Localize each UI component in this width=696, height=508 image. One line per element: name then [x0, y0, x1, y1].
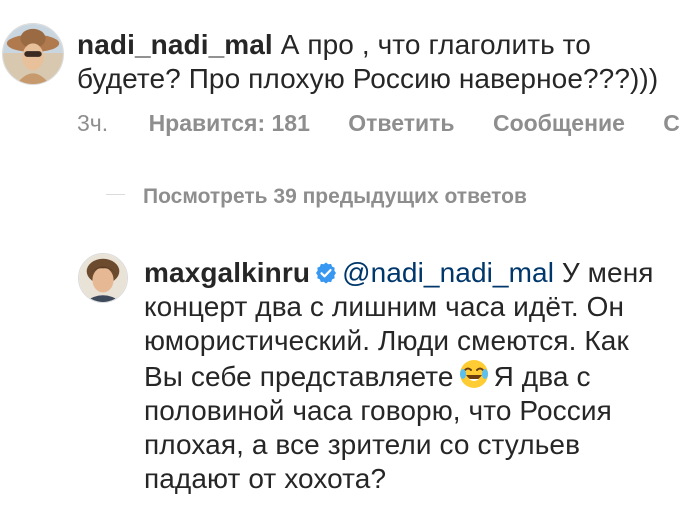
comment-text-line: плохая, а все зрители со стульев [144, 429, 581, 460]
comment-text-line: Вы себе представляете [144, 361, 454, 392]
comment-text-line: Я два с [493, 361, 591, 392]
comment-username[interactable]: maxgalkinru [144, 257, 310, 288]
comment-text-line: юмористический. Люди смеются. Как [144, 325, 629, 356]
avatar-nadi-nadi-mal[interactable] [2, 23, 64, 85]
comment-maxgalkinru: maxgalkinru @nadi_nadi_mal У меня концерт… [144, 256, 696, 496]
likes-count-button[interactable]: Нравится: 181 [149, 110, 310, 136]
reply-button[interactable]: Ответить [348, 110, 454, 136]
send-message-button[interactable]: Сообщение [493, 110, 625, 136]
view-replies-label: Посмотреть 39 предыдущих ответов [143, 185, 527, 208]
truncated-action[interactable]: С [663, 110, 680, 136]
verified-badge-icon [314, 261, 338, 285]
comment-text-line: половиной часа говорю, что Россия [144, 395, 612, 426]
comment-nadi: nadi_nadi_mal А про , что глаголить то б… [77, 28, 696, 96]
comment-text-line: падают от хохота? [144, 463, 387, 494]
comment-text-line: У меня [554, 257, 654, 288]
tears-of-joy-emoji-icon [458, 358, 490, 390]
comment-timestamp: 3ч. [77, 110, 109, 136]
avatar-maxgalkinru[interactable] [78, 253, 128, 303]
comment-text-line: А про , что глаголить то [280, 29, 591, 60]
mention-link[interactable]: @nadi_nadi_mal [342, 257, 554, 288]
replies-divider-line [106, 193, 125, 195]
comment-meta-row: 3ч. Нравится: 181 Ответить Сообщение С [77, 108, 696, 138]
comment-text-line: концерт два с лишним часа идёт. Он [144, 291, 625, 322]
comment-username[interactable]: nadi_nadi_mal [77, 29, 273, 60]
comment-text-line: будете? Про плохую Россию наверное???))) [77, 63, 659, 94]
user-avatar-icon [79, 254, 127, 302]
view-previous-replies-button[interactable]: Посмотреть 39 предыдущих ответов [106, 183, 527, 211]
user-avatar-icon [3, 24, 63, 84]
